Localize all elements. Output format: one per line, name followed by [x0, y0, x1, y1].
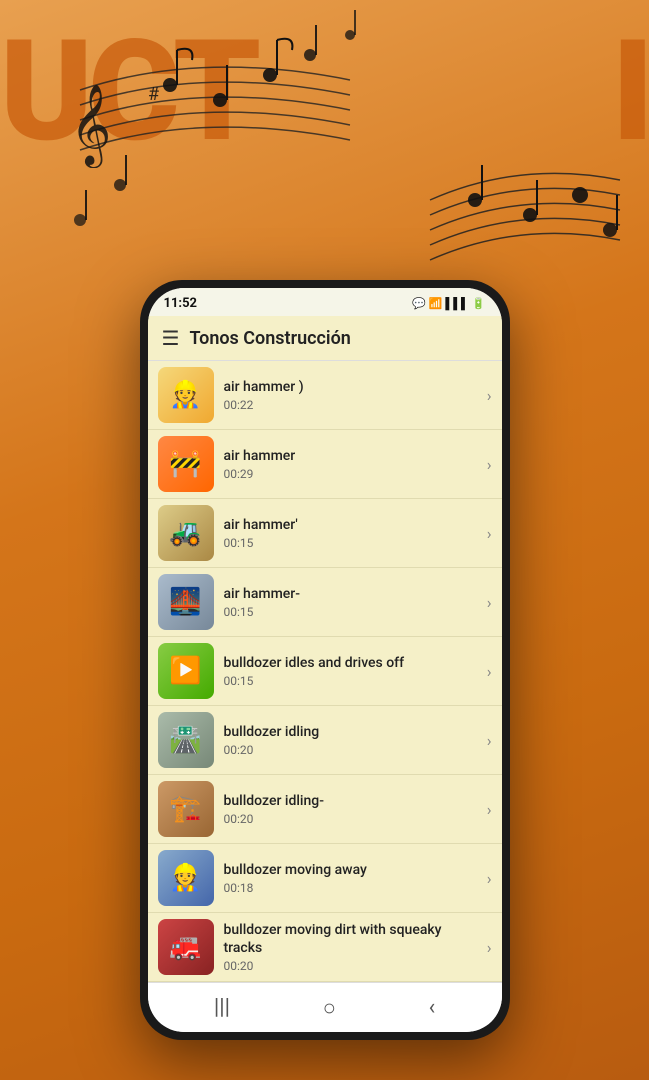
item-content: air hammer- 00:15	[214, 585, 487, 619]
app-header: ☰ Tonos Construcción	[148, 316, 502, 361]
back-button[interactable]: ‹	[429, 995, 436, 1020]
recent-apps-button[interactable]: |||	[214, 995, 230, 1020]
item-thumbnail: 👷	[158, 850, 214, 906]
home-button[interactable]: ○	[323, 995, 336, 1021]
item-emoji: 🌉	[169, 587, 201, 617]
item-thumbnail: 🏗️	[158, 781, 214, 837]
item-title: bulldozer idling	[224, 723, 477, 741]
item-title: bulldozer idling-	[224, 792, 477, 810]
item-duration: 00:20	[224, 743, 477, 757]
menu-button[interactable]: ☰	[162, 326, 180, 350]
item-thumbnail: 🛣️	[158, 712, 214, 768]
item-duration: 00:29	[224, 467, 477, 481]
navigation-bar: ||| ○ ‹	[148, 982, 502, 1032]
item-title: air hammer )	[224, 378, 477, 396]
list-item[interactable]: 🚧 air hammer 00:29 ›	[148, 430, 502, 499]
list-item[interactable]: 👷 bulldozer moving away 00:18 ›	[148, 844, 502, 913]
sound-list: 👷 air hammer ) 00:22 › 🚧 air hammer 00:2…	[148, 361, 502, 982]
bg-text-right: I	[612, 10, 649, 174]
item-duration: 00:20	[224, 959, 477, 973]
item-emoji: 🛣️	[169, 725, 201, 755]
item-chevron-icon: ›	[487, 386, 492, 405]
item-thumbnail: 🚧	[158, 436, 214, 492]
item-emoji: 🚧	[169, 449, 201, 479]
item-chevron-icon: ›	[487, 455, 492, 474]
item-chevron-icon: ›	[487, 593, 492, 612]
list-item[interactable]: 🛣️ bulldozer idling 00:20 ›	[148, 706, 502, 775]
item-title: bulldozer idles and drives off	[224, 654, 477, 672]
item-emoji: 🚜	[169, 518, 201, 548]
item-chevron-icon: ›	[487, 938, 492, 957]
item-emoji: 🚒	[169, 932, 201, 962]
item-chevron-icon: ›	[487, 869, 492, 888]
item-chevron-icon: ›	[487, 731, 492, 750]
phone-frame: 11:52 💬 📶 ▌▌▌ 🔋 ☰ Tonos Construcción 👷 a…	[140, 280, 510, 1040]
list-item[interactable]: 🚜 air hammer' 00:15 ›	[148, 499, 502, 568]
wifi-icon: 📶	[429, 297, 443, 310]
item-title: bulldozer moving dirt with squeaky track…	[224, 921, 477, 957]
item-thumbnail: ▶️	[158, 643, 214, 699]
whatsapp-icon: 💬	[412, 297, 426, 310]
item-title: air hammer	[224, 447, 477, 465]
status-time: 11:52	[164, 296, 198, 311]
status-icons: 💬 📶 ▌▌▌ 🔋	[412, 297, 486, 310]
battery-icon: 🔋	[472, 297, 486, 310]
item-duration: 00:15	[224, 536, 477, 550]
item-duration: 00:15	[224, 605, 477, 619]
item-duration: 00:18	[224, 881, 477, 895]
bg-text-left: UCT	[0, 10, 256, 174]
item-title: air hammer'	[224, 516, 477, 534]
item-thumbnail: 🚜	[158, 505, 214, 561]
item-duration: 00:20	[224, 812, 477, 826]
item-emoji: 👷	[169, 380, 201, 410]
list-item[interactable]: 👷 air hammer ) 00:22 ›	[148, 361, 502, 430]
list-item[interactable]: 🏗️ bulldozer idling- 00:20 ›	[148, 775, 502, 844]
item-chevron-icon: ›	[487, 524, 492, 543]
item-emoji: 👷	[169, 863, 201, 893]
item-content: bulldozer moving away 00:18	[214, 861, 487, 895]
item-content: air hammer 00:29	[214, 447, 487, 481]
app-title: Tonos Construcción	[189, 328, 487, 349]
item-duration: 00:22	[224, 398, 477, 412]
item-content: bulldozer idles and drives off 00:15	[214, 654, 487, 688]
signal-icon: ▌▌▌	[445, 297, 468, 310]
item-thumbnail: 🌉	[158, 574, 214, 630]
phone-screen: 11:52 💬 📶 ▌▌▌ 🔋 ☰ Tonos Construcción 👷 a…	[148, 288, 502, 1032]
item-title: bulldozer moving away	[224, 861, 477, 879]
item-title: air hammer-	[224, 585, 477, 603]
item-thumbnail: 🚒	[158, 919, 214, 975]
item-chevron-icon: ›	[487, 662, 492, 681]
item-emoji: 🏗️	[169, 794, 201, 824]
item-emoji: ▶️	[169, 656, 201, 686]
item-chevron-icon: ›	[487, 800, 492, 819]
list-item[interactable]: ▶️ bulldozer idles and drives off 00:15 …	[148, 637, 502, 706]
status-bar: 11:52 💬 📶 ▌▌▌ 🔋	[148, 288, 502, 316]
item-content: air hammer ) 00:22	[214, 378, 487, 412]
item-content: bulldozer moving dirt with squeaky track…	[214, 921, 487, 973]
item-thumbnail: 👷	[158, 367, 214, 423]
item-content: bulldozer idling 00:20	[214, 723, 487, 757]
list-item[interactable]: 🌉 air hammer- 00:15 ›	[148, 568, 502, 637]
item-content: bulldozer idling- 00:20	[214, 792, 487, 826]
list-item[interactable]: 🚒 bulldozer moving dirt with squeaky tra…	[148, 913, 502, 982]
item-content: air hammer' 00:15	[214, 516, 487, 550]
item-duration: 00:15	[224, 674, 477, 688]
